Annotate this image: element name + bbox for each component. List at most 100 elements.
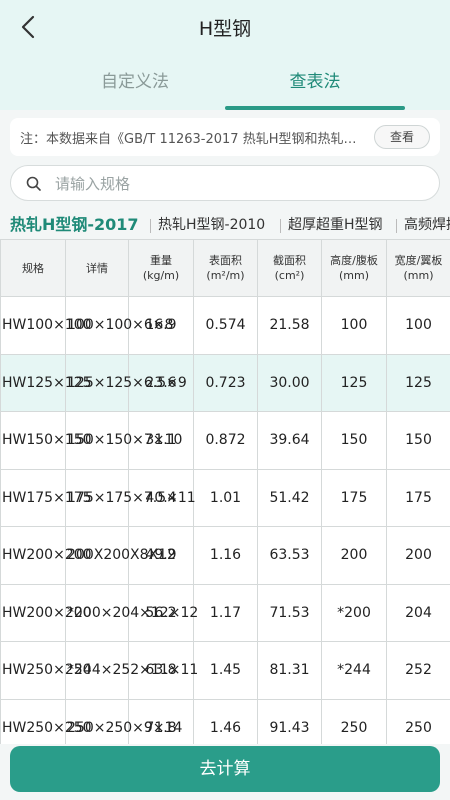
table-row[interactable]: HW150×150 150×150×7×10 31.1 0.872 39.64 150 15…: [0, 411, 450, 470]
category-tab-hot-rolled-2017[interactable]: 热轧H型钢-2017: [10, 211, 139, 239]
table-cell: 71.53: [257, 583, 322, 642]
table-row[interactable]: HW200×200 *200×204×12×12 56.2 1.17 71.53 *200…: [0, 583, 450, 642]
bottom-bar: 去计算: [0, 744, 450, 800]
data-source-note: 注：本数据来自《GB/T 11263-2017 热轧H型钢和热轧剖分T型钢》 查…: [10, 118, 440, 156]
column-header-label: 详情: [86, 261, 108, 275]
category-divider: [396, 219, 397, 233]
category-divider: [280, 219, 281, 233]
table-row[interactable]: HW250×250 *244×252×11×11 63.8 1.45 81.31 *244…: [0, 641, 450, 700]
table-row[interactable]: HW250×250 250×250×9×14 71.8 1.46 91.43 250 250: [0, 698, 450, 744]
column-header: 规格: [0, 239, 66, 297]
table-cell: 250: [386, 698, 450, 744]
table-cell: 91.43: [257, 698, 322, 744]
calculate-button[interactable]: 去计算: [10, 746, 440, 792]
tab-table-lookup[interactable]: 查表法: [225, 62, 405, 106]
column-header-label: 截面积: [273, 254, 306, 267]
table-cell: HW150×150: [0, 411, 92, 470]
note-text: 注：本数据来自《GB/T 11263-2017 热轧H型钢和热轧剖分T型钢》: [20, 132, 365, 147]
table-cell: 125×125×6.5×9: [65, 353, 187, 412]
column-header-label: (kg/m): [142, 269, 180, 282]
column-header: 详情: [65, 239, 129, 297]
column-header-label: 规格: [22, 261, 44, 275]
table-cell: 1.17: [193, 583, 258, 642]
category-tab-hot-rolled-2010[interactable]: 热轧H型钢-2010: [158, 211, 265, 239]
column-header-label: (m²/m): [206, 269, 245, 282]
table-cell: 100×100×6×8: [65, 296, 173, 355]
table-cell: *244×252×11×11: [65, 641, 198, 700]
column-header-label: 重量: [150, 254, 172, 267]
column-header: 重量 (kg/m): [128, 239, 194, 297]
table-cell: 21.58: [257, 296, 322, 355]
table-cell: 150×150×7×10: [65, 411, 182, 470]
table-cell: 1.01: [193, 468, 258, 527]
column-header-label: (mm): [403, 269, 434, 282]
table-cell: HW250×250: [0, 698, 92, 744]
table-cell: 51.42: [257, 468, 322, 527]
table-cell: HW200×200: [0, 526, 92, 585]
table-cell: 150: [386, 411, 450, 470]
column-header: 表面积 (m²/m): [193, 239, 258, 297]
table-header-row: 规格 详情 重量 (kg/m) 表面积 (m²/m) 截面积 (cm²) 高度/腹板 (mm) 宽度…: [0, 239, 450, 297]
table-cell: 39.64: [257, 411, 322, 470]
table-cell: 250×250×9×14: [65, 698, 182, 744]
search-input[interactable]: [55, 172, 425, 196]
view-standard-button[interactable]: 查看: [374, 125, 430, 149]
table-cell: 81.31: [257, 641, 322, 700]
search-icon: [26, 176, 41, 191]
table-row[interactable]: HW175×175 175×175×7.5×11 40.4 1.01 51.42 175 1…: [0, 468, 450, 527]
active-tab-indicator: [225, 106, 405, 110]
table-cell: 100: [386, 296, 450, 355]
table-cell: HW175×175: [0, 468, 92, 527]
table-cell: 175×175×7.5×11: [65, 468, 196, 527]
table-cell: 204: [386, 583, 450, 642]
table-cell: 0.723: [193, 353, 258, 412]
table-row[interactable]: HW100×100 100×100×6×8 16.9 0.574 21.58 100 100: [0, 296, 450, 355]
table-cell: HW200×200: [0, 583, 92, 642]
table-cell: 200X200X8X12: [65, 526, 176, 585]
table-cell: 1.16: [193, 526, 258, 585]
app-header: H型钢 自定义法 查表法: [0, 0, 450, 110]
column-header: 截面积 (cm²): [257, 239, 322, 297]
table-cell: *200×204×12×12: [65, 583, 198, 642]
table-cell: *200: [321, 583, 387, 642]
table-cell: HW250×250: [0, 641, 92, 700]
table-cell: 63.53: [257, 526, 322, 585]
table-row[interactable]: HW200×200 200X200X8X12 49.9 1.16 63.53 200 200: [0, 526, 450, 585]
table-cell: 100: [321, 296, 387, 355]
table-cell: 0.872: [193, 411, 258, 470]
spec-table: 规格 详情 重量 (kg/m) 表面积 (m²/m) 截面积 (cm²) 高度/腹板 (mm) 宽度…: [0, 239, 450, 744]
table-cell: 150: [321, 411, 387, 470]
table-cell: 200: [321, 526, 387, 585]
column-header: 高度/腹板 (mm): [321, 239, 387, 297]
table-cell: *244: [321, 641, 387, 700]
table-cell: 175: [386, 468, 450, 527]
column-header: 宽度/翼板 (mm): [386, 239, 450, 297]
tab-custom-method[interactable]: 自定义法: [45, 62, 225, 106]
table-cell: 30.00: [257, 353, 322, 412]
column-header-label: 宽度/翼板: [394, 254, 443, 267]
category-tab-high-frequency-welded[interactable]: 高频焊接H型钢: [404, 211, 450, 239]
spec-table-container[interactable]: 规格 详情 重量 (kg/m) 表面积 (m²/m) 截面积 (cm²) 高度/腹板 (mm) 宽度…: [0, 239, 450, 744]
table-cell: 1.45: [193, 641, 258, 700]
table-cell: HW100×100: [0, 296, 92, 355]
table-cell: 0.574: [193, 296, 258, 355]
page-title: H型钢: [198, 18, 252, 40]
search-bar[interactable]: [10, 165, 440, 201]
method-tabs: 自定义法 查表法: [0, 62, 450, 110]
table-cell: 1.46: [193, 698, 258, 744]
table-cell: HW125×125: [0, 353, 92, 412]
category-tabs: 热轧H型钢-2017 热轧H型钢-2010 超厚超重H型钢 高频焊接H型钢: [0, 211, 450, 239]
table-cell: 175: [321, 468, 387, 527]
table-cell: 250: [321, 698, 387, 744]
category-divider: [150, 219, 151, 233]
table-cell: 125: [386, 353, 450, 412]
table-cell: 125: [321, 353, 387, 412]
table-cell: 252: [386, 641, 450, 700]
table-cell: 200: [386, 526, 450, 585]
category-tab-super-heavy[interactable]: 超厚超重H型钢: [288, 211, 383, 239]
column-header-label: (cm²): [274, 269, 305, 282]
column-header-label: 高度/腹板: [330, 254, 378, 267]
column-header-label: 表面积: [209, 254, 242, 267]
table-row[interactable]: HW125×125 125×125×6.5×9 23.6 0.723 30.00 125 1…: [0, 353, 450, 412]
column-header-label: (mm): [338, 269, 369, 282]
